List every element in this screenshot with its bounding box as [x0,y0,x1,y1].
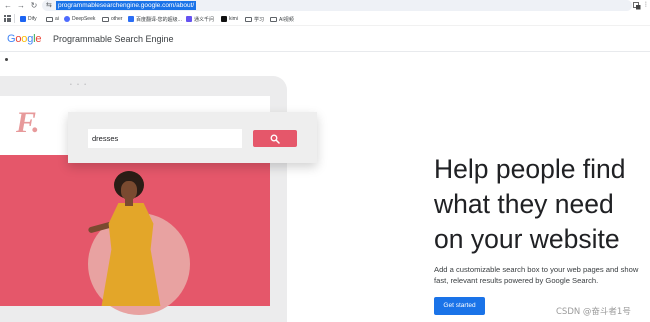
brand-logo: F. [16,106,40,139]
bookmark-label: 通义千问 [194,16,215,23]
hero-headline: Help people find what they need on your … [434,154,626,254]
baidu-translate-icon [128,16,134,22]
watermark: CSDN @奋斗者1号 [556,307,631,317]
reload-button[interactable]: ↻ [29,0,39,11]
get-started-button[interactable]: Get started [434,297,485,315]
folder-icon [102,16,109,22]
forward-button[interactable]: → [16,0,26,11]
kimi-icon [221,16,227,22]
bookmark-study[interactable]: 学习 [245,14,264,24]
bookmark-ai-video[interactable]: AI视频 [270,14,294,24]
dify-icon [20,16,26,22]
google-logo[interactable]: Google [7,33,41,46]
bookmark-deepseek[interactable]: DeepSeek [64,14,95,24]
demo-search-input[interactable] [88,129,242,148]
bookmark-label: ai [55,16,59,22]
bookmarks-bar [0,11,650,26]
folder-icon [46,16,53,22]
folder-icon [270,16,277,22]
bookmark-label: 百度翻译-您的超级... [136,16,182,23]
demo-search-card [68,112,317,163]
bookmark-other[interactable]: other [102,14,122,24]
site-title[interactable]: Programmable Search Engine [53,33,174,46]
demo-search-button[interactable] [253,130,297,147]
menu-dot-icon[interactable] [5,58,8,61]
address-bar[interactable]: ⇆ programmablesearchengine.google.com/ab… [42,0,632,11]
folder-icon [245,16,252,22]
search-icon [270,134,280,144]
bookmark-label: AI视频 [279,16,294,23]
bookmark-ai[interactable]: ai [46,14,59,24]
address-url[interactable]: programmablesearchengine.google.com/abou… [56,1,197,10]
site-header: Google Programmable Search Engine [0,27,650,52]
logo-letter: e [35,33,42,45]
bookmark-label: kimi [229,16,238,22]
bookmark-label: Dify [28,16,37,22]
device-dots: • • • [70,82,89,88]
bookmark-dify[interactable]: Dify [20,14,37,24]
tongyi-icon [186,16,192,22]
bookmark-label: 学习 [254,16,265,23]
site-info-icon[interactable]: ⇆ [46,0,52,11]
deepseek-icon [64,16,70,22]
apps-grid-icon[interactable] [4,15,11,22]
bookmark-label: other [111,16,123,22]
browser-toolbar: ← → ↻ ⇆ programmablesearchengine.google.… [0,0,650,11]
extensions-icon[interactable]: ⋮ [643,0,650,11]
bookmark-baidu-translate[interactable]: 百度翻译-您的超级... [128,14,182,24]
bookmark-tongyi[interactable]: 通义千问 [186,14,214,24]
translate-icon[interactable] [633,0,642,11]
hero-description: Add a customizable search box to your we… [434,265,639,285]
back-button[interactable]: ← [3,0,13,11]
bookmarks-divider [14,14,15,23]
bookmark-label: DeepSeek [72,16,96,22]
bookmark-kimi[interactable]: kimi [221,14,238,24]
person-head [121,181,137,200]
